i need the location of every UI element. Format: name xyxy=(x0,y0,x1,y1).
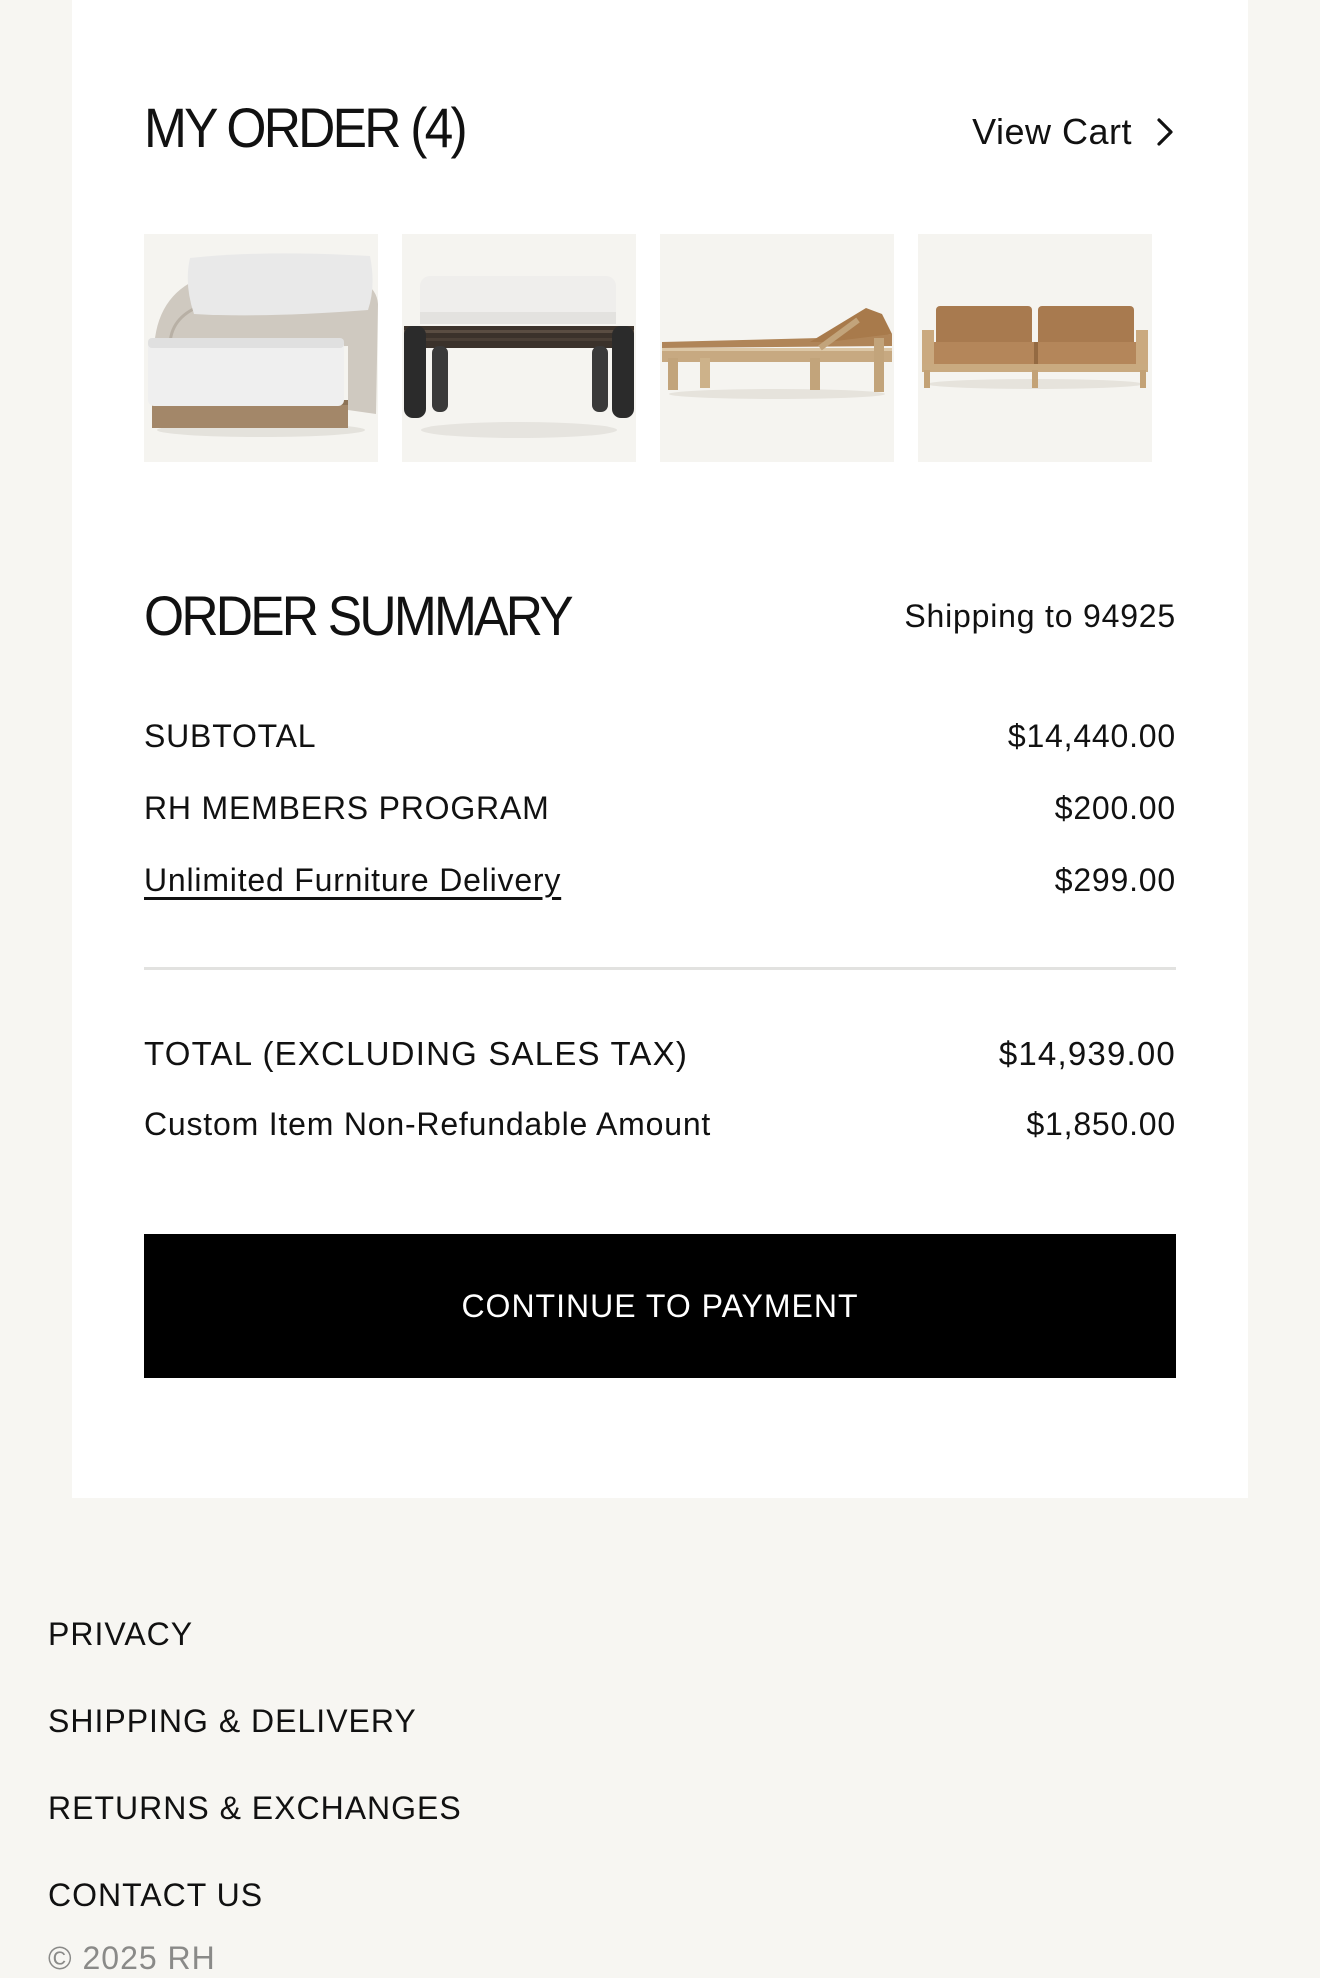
order-item-thumbnail[interactable] xyxy=(402,234,636,462)
total-value: $14,939.00 xyxy=(998,1035,1176,1072)
summary-line-label: SUBTOTAL xyxy=(144,718,317,754)
footer-link-returns-exchanges[interactable]: RETURNS & EXCHANGES xyxy=(48,1788,462,1828)
unlimited-delivery-link[interactable]: Unlimited Furniture Delivery xyxy=(144,860,561,900)
ottoman-icon xyxy=(404,276,634,438)
view-cart-label: View Cart xyxy=(972,111,1132,152)
footer-link-privacy[interactable]: PRIVACY xyxy=(48,1614,193,1654)
chaise-lounge-icon xyxy=(662,308,892,399)
summary-line-subtotal: SUBTOTAL $14,440.00 xyxy=(144,716,1176,756)
custom-item-label: Custom Item Non-Refundable Amount xyxy=(144,1106,712,1142)
sofa-icon xyxy=(922,306,1148,389)
custom-item-amount: Custom Item Non-Refundable Amount $1,850… xyxy=(144,1104,1176,1144)
my-order-title: MY ORDER (4) xyxy=(144,96,468,159)
summary-line-value: $299.00 xyxy=(1054,862,1176,898)
copyright-text: © 2025 RH xyxy=(48,1940,216,1976)
lounge-chair-icon xyxy=(148,253,378,437)
order-item-thumbnails xyxy=(144,234,1152,462)
order-card: MY ORDER (4) View Cart ORDER SUMMARY Shi… xyxy=(72,0,1248,1498)
summary-line-members-program: RH MEMBERS PROGRAM $200.00 xyxy=(144,788,1176,828)
summary-line-label: RH MEMBERS PROGRAM xyxy=(144,790,550,826)
order-item-thumbnail[interactable] xyxy=(660,234,894,462)
continue-to-payment-button[interactable]: CONTINUE TO PAYMENT xyxy=(144,1234,1176,1378)
order-item-thumbnail[interactable] xyxy=(144,234,378,462)
view-cart-link[interactable]: View Cart xyxy=(972,104,1176,160)
summary-line-value: $14,440.00 xyxy=(1007,718,1176,754)
footer-link-contact-us[interactable]: CONTACT US xyxy=(48,1875,263,1915)
summary-total: TOTAL (EXCLUDING SALES TAX) $14,939.00 xyxy=(144,1034,1176,1074)
custom-item-value: $1,850.00 xyxy=(1026,1106,1176,1142)
footer-link-shipping-delivery[interactable]: SHIPPING & DELIVERY xyxy=(48,1701,417,1741)
total-label: TOTAL (EXCLUDING SALES TAX) xyxy=(144,1035,689,1072)
summary-line-delivery: Unlimited Furniture Delivery $299.00 xyxy=(144,860,1176,900)
summary-divider xyxy=(144,967,1176,970)
order-item-thumbnail[interactable] xyxy=(918,234,1152,462)
shipping-destination: Shipping to 94925 xyxy=(904,598,1176,634)
chevron-right-icon xyxy=(1157,118,1173,146)
order-summary-title: ORDER SUMMARY xyxy=(144,584,574,647)
summary-line-value: $200.00 xyxy=(1054,790,1176,826)
